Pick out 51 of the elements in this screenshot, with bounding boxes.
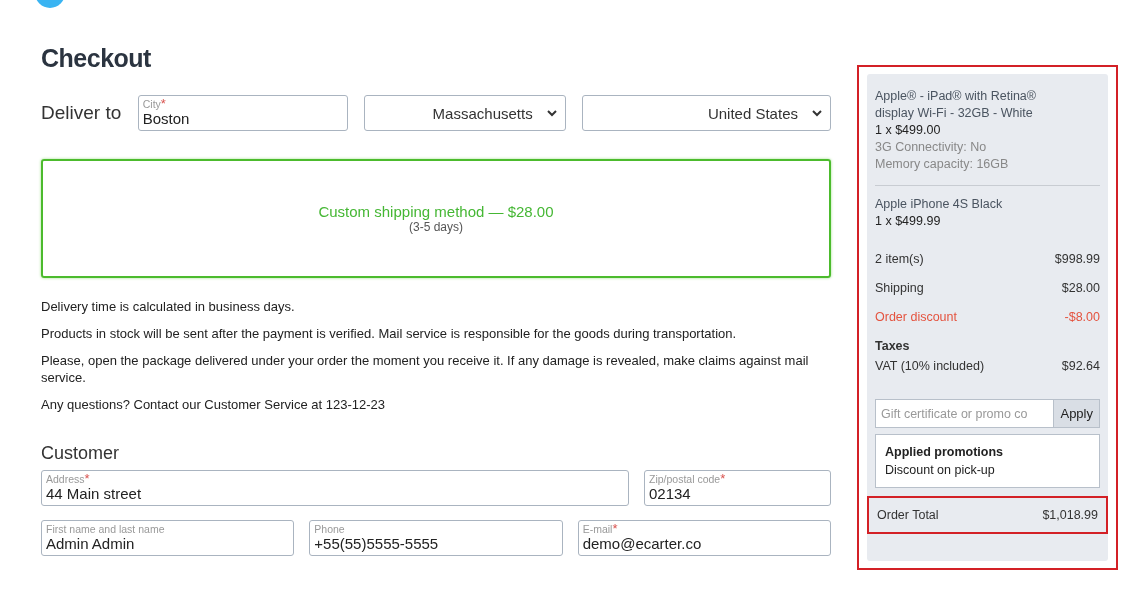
- tax-label: VAT (10% included): [875, 359, 985, 373]
- field-label: City*: [142, 98, 167, 110]
- product-price: 1 x $499.00: [875, 122, 942, 139]
- promo-code-field[interactable]: Gift certificate or promo co: [875, 399, 1054, 428]
- field-input[interactable]: 02134: [649, 485, 826, 502]
- field-label: Address*: [46, 473, 91, 485]
- shipping-method-option[interactable]: Custom shipping method — $28.00 (3-5 days): [41, 159, 831, 278]
- promotions-title: Applied promotions: [885, 445, 1005, 459]
- product-name: Apple iPhone 4S Black: [875, 196, 1004, 213]
- field-label: Phone: [314, 523, 346, 535]
- section-title: Customer: [41, 443, 121, 464]
- field-label: First name and last name: [46, 523, 166, 535]
- delivery-note: Please, open the package delivered under your order the moment you receive it. If any damage is revealed, make claims against mail service.: [41, 352, 810, 386]
- text-field[interactable]: Address* 44 Main street: [41, 470, 629, 506]
- text-field[interactable]: E-mail* demo@ecarter.co: [577, 520, 831, 556]
- field-input[interactable]: Admin Admin: [46, 535, 290, 552]
- product-option: Memory capacity: 16GB: [875, 156, 1100, 173]
- field-label: E-mail*: [582, 523, 619, 535]
- summary-value: -$8.00: [1064, 310, 1100, 324]
- field-input[interactable]: 44 Main street: [46, 485, 624, 502]
- text-field[interactable]: First name and last name Admin Admin: [41, 520, 295, 556]
- text-field[interactable]: Phone +55(55)5555-5555: [309, 520, 563, 556]
- product-name: Apple® - iPad® with Retina® display Wi-Fi - 32GB - White: [875, 88, 1038, 122]
- text-field[interactable]: Zip/postal code* 02134: [644, 470, 831, 506]
- field-label: Zip/postal code*: [649, 473, 727, 485]
- state-dropdown[interactable]: Massachusetts: [364, 95, 566, 131]
- deliver-to-label: Deliver to: [41, 102, 122, 124]
- delivery-note: Products in stock will be sent after the payment is verified. Mail service is responsible for the goods during transportation.: [41, 325, 738, 342]
- field-input[interactable]: +55(55)5555-5555: [314, 535, 558, 552]
- delivery-note: Delivery time is calculated in business days.: [41, 298, 296, 315]
- summary-label: Shipping: [875, 281, 924, 295]
- total-label: Order Total: [877, 508, 939, 522]
- summary-label: Order discount: [875, 310, 957, 324]
- apply-button[interactable]: Apply: [1053, 399, 1100, 428]
- summary-label: 2 item(s): [875, 252, 924, 266]
- city-field[interactable]: City* Boston: [137, 95, 349, 131]
- total-value: $1,018.99: [1042, 508, 1098, 522]
- field-input[interactable]: Boston: [142, 110, 344, 127]
- page-title: Checkout: [41, 44, 152, 73]
- product-option: 3G Connectivity: No: [875, 139, 1100, 156]
- delivery-note: Any questions? Contact our Customer Service at 123-12-23: [41, 396, 386, 413]
- product-price: 1 x $499.99: [875, 213, 942, 230]
- chevron-down-icon: [812, 109, 822, 117]
- summary-value: $998.99: [1054, 252, 1100, 266]
- taxes-title: Taxes: [875, 339, 911, 353]
- tax-value: $92.64: [1061, 359, 1100, 373]
- country-dropdown[interactable]: United States: [581, 95, 831, 131]
- chevron-down-icon: [546, 109, 557, 117]
- field-input[interactable]: demo@ecarter.co: [582, 535, 826, 552]
- promotion-item: Discount on pick-up: [885, 463, 996, 477]
- summary-value: $28.00: [1061, 281, 1100, 295]
